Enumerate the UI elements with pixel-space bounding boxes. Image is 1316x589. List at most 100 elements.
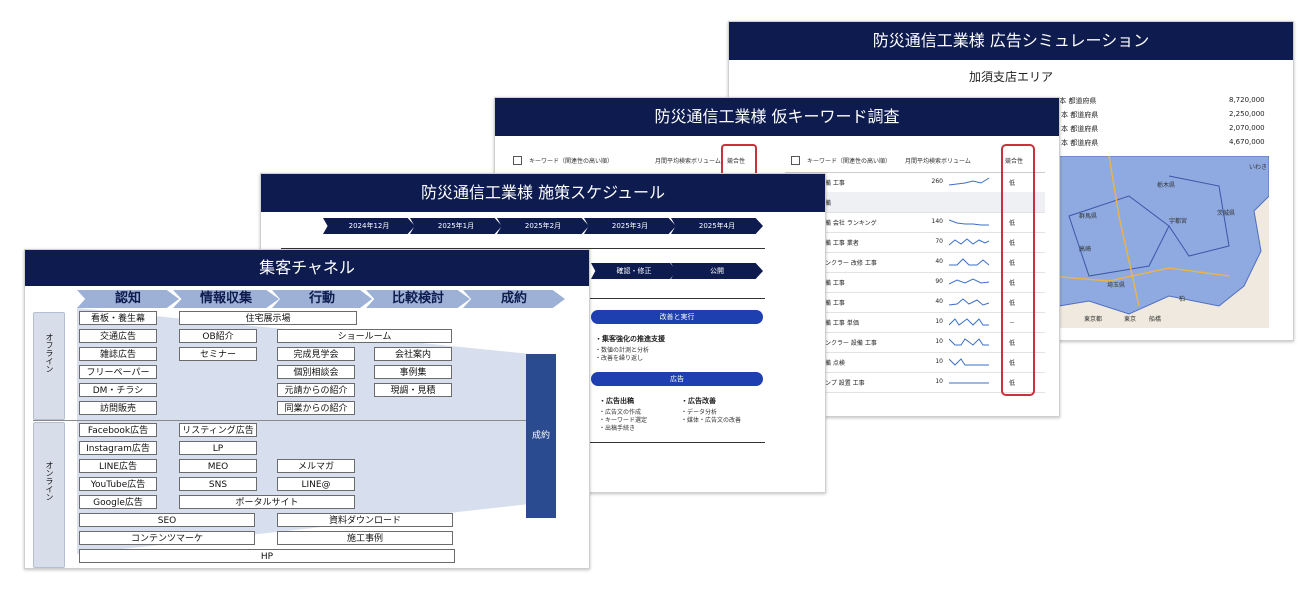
trend-sparkline [949, 318, 989, 326]
stage-label: 認知 [114, 291, 141, 306]
channel-cell: 住宅展示場 [179, 311, 357, 325]
stage-label: 行動 [308, 291, 335, 306]
volume-cell: 10 [935, 358, 943, 365]
channel-cell: Facebook広告 [79, 423, 157, 437]
map-label: 群馬県 [1079, 213, 1098, 220]
online-label-box: オンライン [33, 422, 65, 568]
channel-cell: Instagram広告 [79, 441, 157, 455]
stage-chevron: 行動 [272, 290, 372, 308]
channel-cell: ショールーム [277, 329, 452, 343]
channel-cell: 個別相談会 [277, 365, 355, 379]
channel-cell: SEO [79, 513, 255, 527]
trend-sparkline [949, 238, 990, 246]
channel-cell: リスティング広告 [179, 423, 257, 437]
checkbox-icon[interactable] [513, 156, 522, 165]
channel-cell: Google広告 [79, 495, 157, 509]
online-label: オンライン [45, 461, 54, 501]
col-keyword: キーワード（関連性の高い順） [529, 158, 614, 165]
channel-cell: 事例集 [374, 365, 452, 379]
volume-cell: 10 [935, 338, 943, 345]
month-chevron: 2024年12月 [323, 218, 415, 234]
stage-chevron: 比較検討 [366, 290, 470, 308]
month-label: 2025年2月 [524, 222, 562, 230]
col-keyword: キーワード（関連性の高い順） [807, 158, 892, 165]
stage-label: 成約 [500, 291, 527, 306]
stage-chevron: 認知 [77, 290, 179, 308]
channel-cell: MEO [179, 459, 257, 473]
trend-sparkline [949, 358, 989, 366]
channel-cell: コンテンツマーケ [79, 531, 255, 545]
checkbox-icon[interactable] [791, 156, 800, 165]
schedule-title: 防災通信工業様 施策スケジュール [421, 183, 665, 202]
sim-row-label: 日本 都道府県 [1054, 139, 1099, 147]
sim-row: 日本 都道府県 [1054, 110, 1098, 120]
trend-sparkline [949, 298, 990, 306]
channel-cell: 現調・見積 [374, 383, 452, 397]
table-left-header: キーワード（関連性の高い順） 月間平均検索ボリューム 競合性 [513, 154, 751, 168]
volume-cell: 140 [931, 218, 943, 225]
channel-cell: YouTube広告 [79, 477, 157, 491]
map-label: 宇都宮 [1169, 218, 1188, 225]
map-label: 高崎 [1079, 246, 1092, 253]
month-chevron: 2025年4月 [671, 218, 763, 234]
trend-sparkline [949, 278, 990, 285]
trend-sparkline [949, 338, 989, 346]
col-volume: 月間平均検索ボリューム [905, 158, 971, 165]
month-chevron: 2025年3月 [584, 218, 676, 234]
trend-sparkline [949, 219, 989, 226]
channel-cell: 完成見学会 [277, 347, 355, 361]
trend-sparkline [949, 382, 989, 384]
stage-chevron: 情報収集 [173, 290, 279, 308]
section-divider [33, 420, 529, 421]
channel-cell: 交通広告 [79, 329, 157, 343]
channel-cell: セミナー [179, 347, 257, 361]
area-map: いわき 栃木県 宇都宮 茨城県 群馬県 高崎 埼玉県 柏 東京都 東京 船橋 [1049, 156, 1269, 328]
competition-highlight [721, 144, 757, 176]
ad-pill-label: 広告 [670, 375, 684, 383]
map-label: 柏 [1179, 296, 1186, 303]
volume-cell: 10 [935, 378, 943, 385]
map-label: 茨城県 [1217, 210, 1236, 217]
month-chevron: 2025年2月 [497, 218, 589, 234]
improve-head: ・集客強化の推進支援 [595, 335, 665, 343]
schedule-header: 防災通信工業様 施策スケジュール [261, 174, 825, 212]
month-label: 2024年12月 [348, 222, 390, 230]
map-label: 埼玉県 [1107, 282, 1126, 289]
ad-pill: 広告 [591, 372, 763, 386]
channel-cell: 会社案内 [374, 347, 452, 361]
col-volume: 月間平均検索ボリューム [655, 158, 721, 165]
simulation-title: 防災通信工業様 広告シミュレーション [872, 31, 1150, 50]
map-label: 船橋 [1149, 316, 1162, 323]
channel-cell: SNS [179, 477, 257, 491]
sim-row-value: 8,720,000 [1229, 96, 1265, 104]
map-label: 栃木県 [1157, 182, 1176, 189]
volume-cell: 90 [935, 278, 943, 285]
improve-pill-label: 改善と実行 [659, 313, 695, 321]
area-title: 加須支店エリア [968, 70, 1053, 84]
sim-row-value: 2,070,000 [1229, 124, 1265, 132]
sim-row-value: 4,670,000 [1229, 138, 1265, 146]
channel-cell: 看板・養生幕 [79, 311, 157, 325]
sim-row: 日本 都道府県 [1054, 138, 1098, 148]
phase-chevron: 確認・修正 [591, 263, 677, 279]
conversion-bar: 成約 [526, 354, 556, 518]
month-label: 2025年3月 [611, 222, 649, 230]
keyword-header: 防災通信工業様 仮キーワード調査 [495, 98, 1059, 136]
map-label: 東京 [1124, 316, 1137, 323]
channel-cell: HP [79, 549, 455, 563]
phase-chevron: 公開 [671, 263, 763, 279]
channel-cell: フリーペーパー [79, 365, 157, 379]
channel-cell: 資料ダウンロード [277, 513, 453, 527]
stage-chevron: 成約 [463, 290, 565, 308]
keyword-title: 防災通信工業様 仮キーワード調査 [654, 107, 900, 126]
trend-sparkline [949, 177, 990, 186]
channel-cell: 元請からの紹介 [277, 383, 355, 397]
trend-sparkline [949, 258, 990, 266]
offline-label-box: オフライン [33, 312, 65, 420]
map-label: いわき [1249, 164, 1268, 171]
ad-col1-item: ・出稿手続き [599, 425, 636, 432]
map-label: 東京都 [1084, 316, 1103, 323]
improve-pill: 改善と実行 [591, 310, 763, 324]
simulation-header: 防災通信工業様 広告シミュレーション [729, 22, 1293, 60]
phase-label: 確認・修正 [616, 267, 652, 275]
